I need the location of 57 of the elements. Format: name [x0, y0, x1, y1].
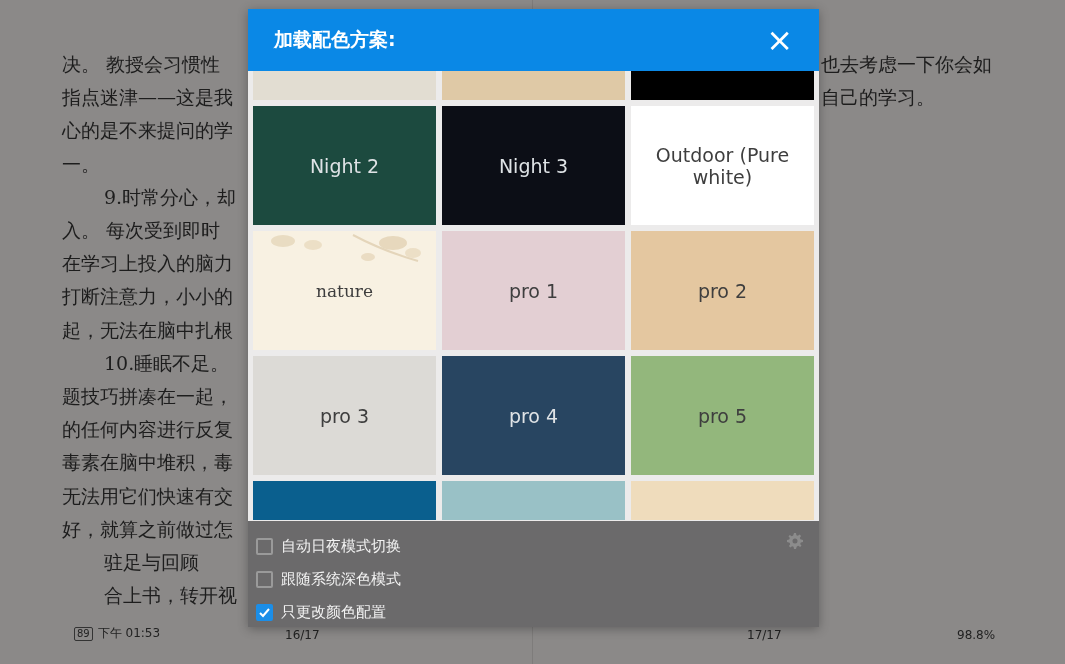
page-number: 17/17: [747, 628, 782, 642]
text-line: 毒素在脑中堆积，毒: [62, 450, 233, 476]
theme-tile[interactable]: Night 2: [253, 106, 436, 225]
theme-tile[interactable]: [442, 481, 625, 520]
theme-tile[interactable]: [442, 71, 625, 100]
text-line: 在学习上投入的脑力: [62, 251, 233, 277]
theme-name: Night 3: [498, 154, 569, 177]
text-line: 决。 教授会习惯性: [62, 52, 221, 77]
theme-tile[interactable]: [631, 481, 814, 520]
theme-tile[interactable]: [253, 71, 436, 100]
theme-tile[interactable]: Outdoor (Pure white): [631, 106, 814, 225]
text-line: 一。: [62, 151, 100, 177]
theme-tile[interactable]: nature: [253, 231, 436, 350]
checkbox-option[interactable]: 跟随系统深色模式: [256, 566, 401, 592]
text-line: 9.时常分心，却: [103, 184, 237, 210]
close-button[interactable]: ×: [766, 25, 793, 55]
theme-name: pro 5: [697, 404, 748, 427]
theme-tile[interactable]: [631, 71, 814, 100]
clock: 下午 01:53: [97, 625, 161, 642]
theme-name: nature: [315, 280, 374, 301]
checkbox-option[interactable]: 自动日夜模式切换: [256, 533, 401, 559]
text-line: 起，无法在脑中扎根: [62, 317, 233, 343]
theme-name: pro 3: [319, 404, 370, 427]
text-line: 入。 每次受到即时: [62, 218, 221, 243]
theme-name: pro 1: [508, 279, 559, 302]
settings-icon[interactable]: [787, 533, 803, 549]
page-number: 16/17: [285, 628, 320, 642]
theme-tile[interactable]: pro 3: [253, 356, 436, 475]
theme-name: Night 2: [309, 154, 380, 177]
checkbox[interactable]: [256, 603, 273, 621]
text-line: 心的是不来提问的学: [62, 118, 233, 144]
theme-tile[interactable]: pro 4: [442, 356, 625, 475]
theme-name: pro 4: [508, 404, 559, 427]
text-line: 指点迷津——这是我: [62, 85, 233, 111]
checkbox[interactable]: [256, 570, 273, 588]
text-line: 自己的学习。: [821, 85, 935, 111]
text-line: 无法用它们快速有交: [62, 483, 233, 509]
theme-tile[interactable]: pro 2: [631, 231, 814, 350]
text-line: 也去考虑一下你会如: [821, 52, 992, 77]
text-line: 驻足与回顾: [103, 550, 199, 576]
text-line: 的任何内容进行反复: [62, 417, 233, 443]
text-line: 打断注意力，小小的: [62, 284, 233, 310]
progress-percent: 98.8%: [957, 628, 996, 642]
checkbox[interactable]: [256, 537, 273, 555]
text-line: 好，就算之前做过怎: [62, 516, 233, 542]
theme-name: Outdoor (Pure white): [654, 143, 791, 188]
battery-icon: 89: [74, 626, 93, 641]
text-line: 合上书，转开视: [103, 583, 237, 609]
theme-tile[interactable]: Night 3: [442, 106, 625, 225]
theme-name: pro 2: [697, 279, 748, 302]
text-line: 10.睡眠不足。: [103, 350, 230, 376]
theme-tile[interactable]: pro 1: [442, 231, 625, 350]
theme-tile[interactable]: pro 5: [631, 356, 814, 475]
text-line: 题技巧拼凑在一起，: [62, 384, 233, 410]
theme-tile[interactable]: [253, 481, 436, 520]
checkbox-option[interactable]: 只更改颜色配置: [256, 599, 386, 625]
dialog-title: 加载配色方案:: [274, 27, 396, 52]
